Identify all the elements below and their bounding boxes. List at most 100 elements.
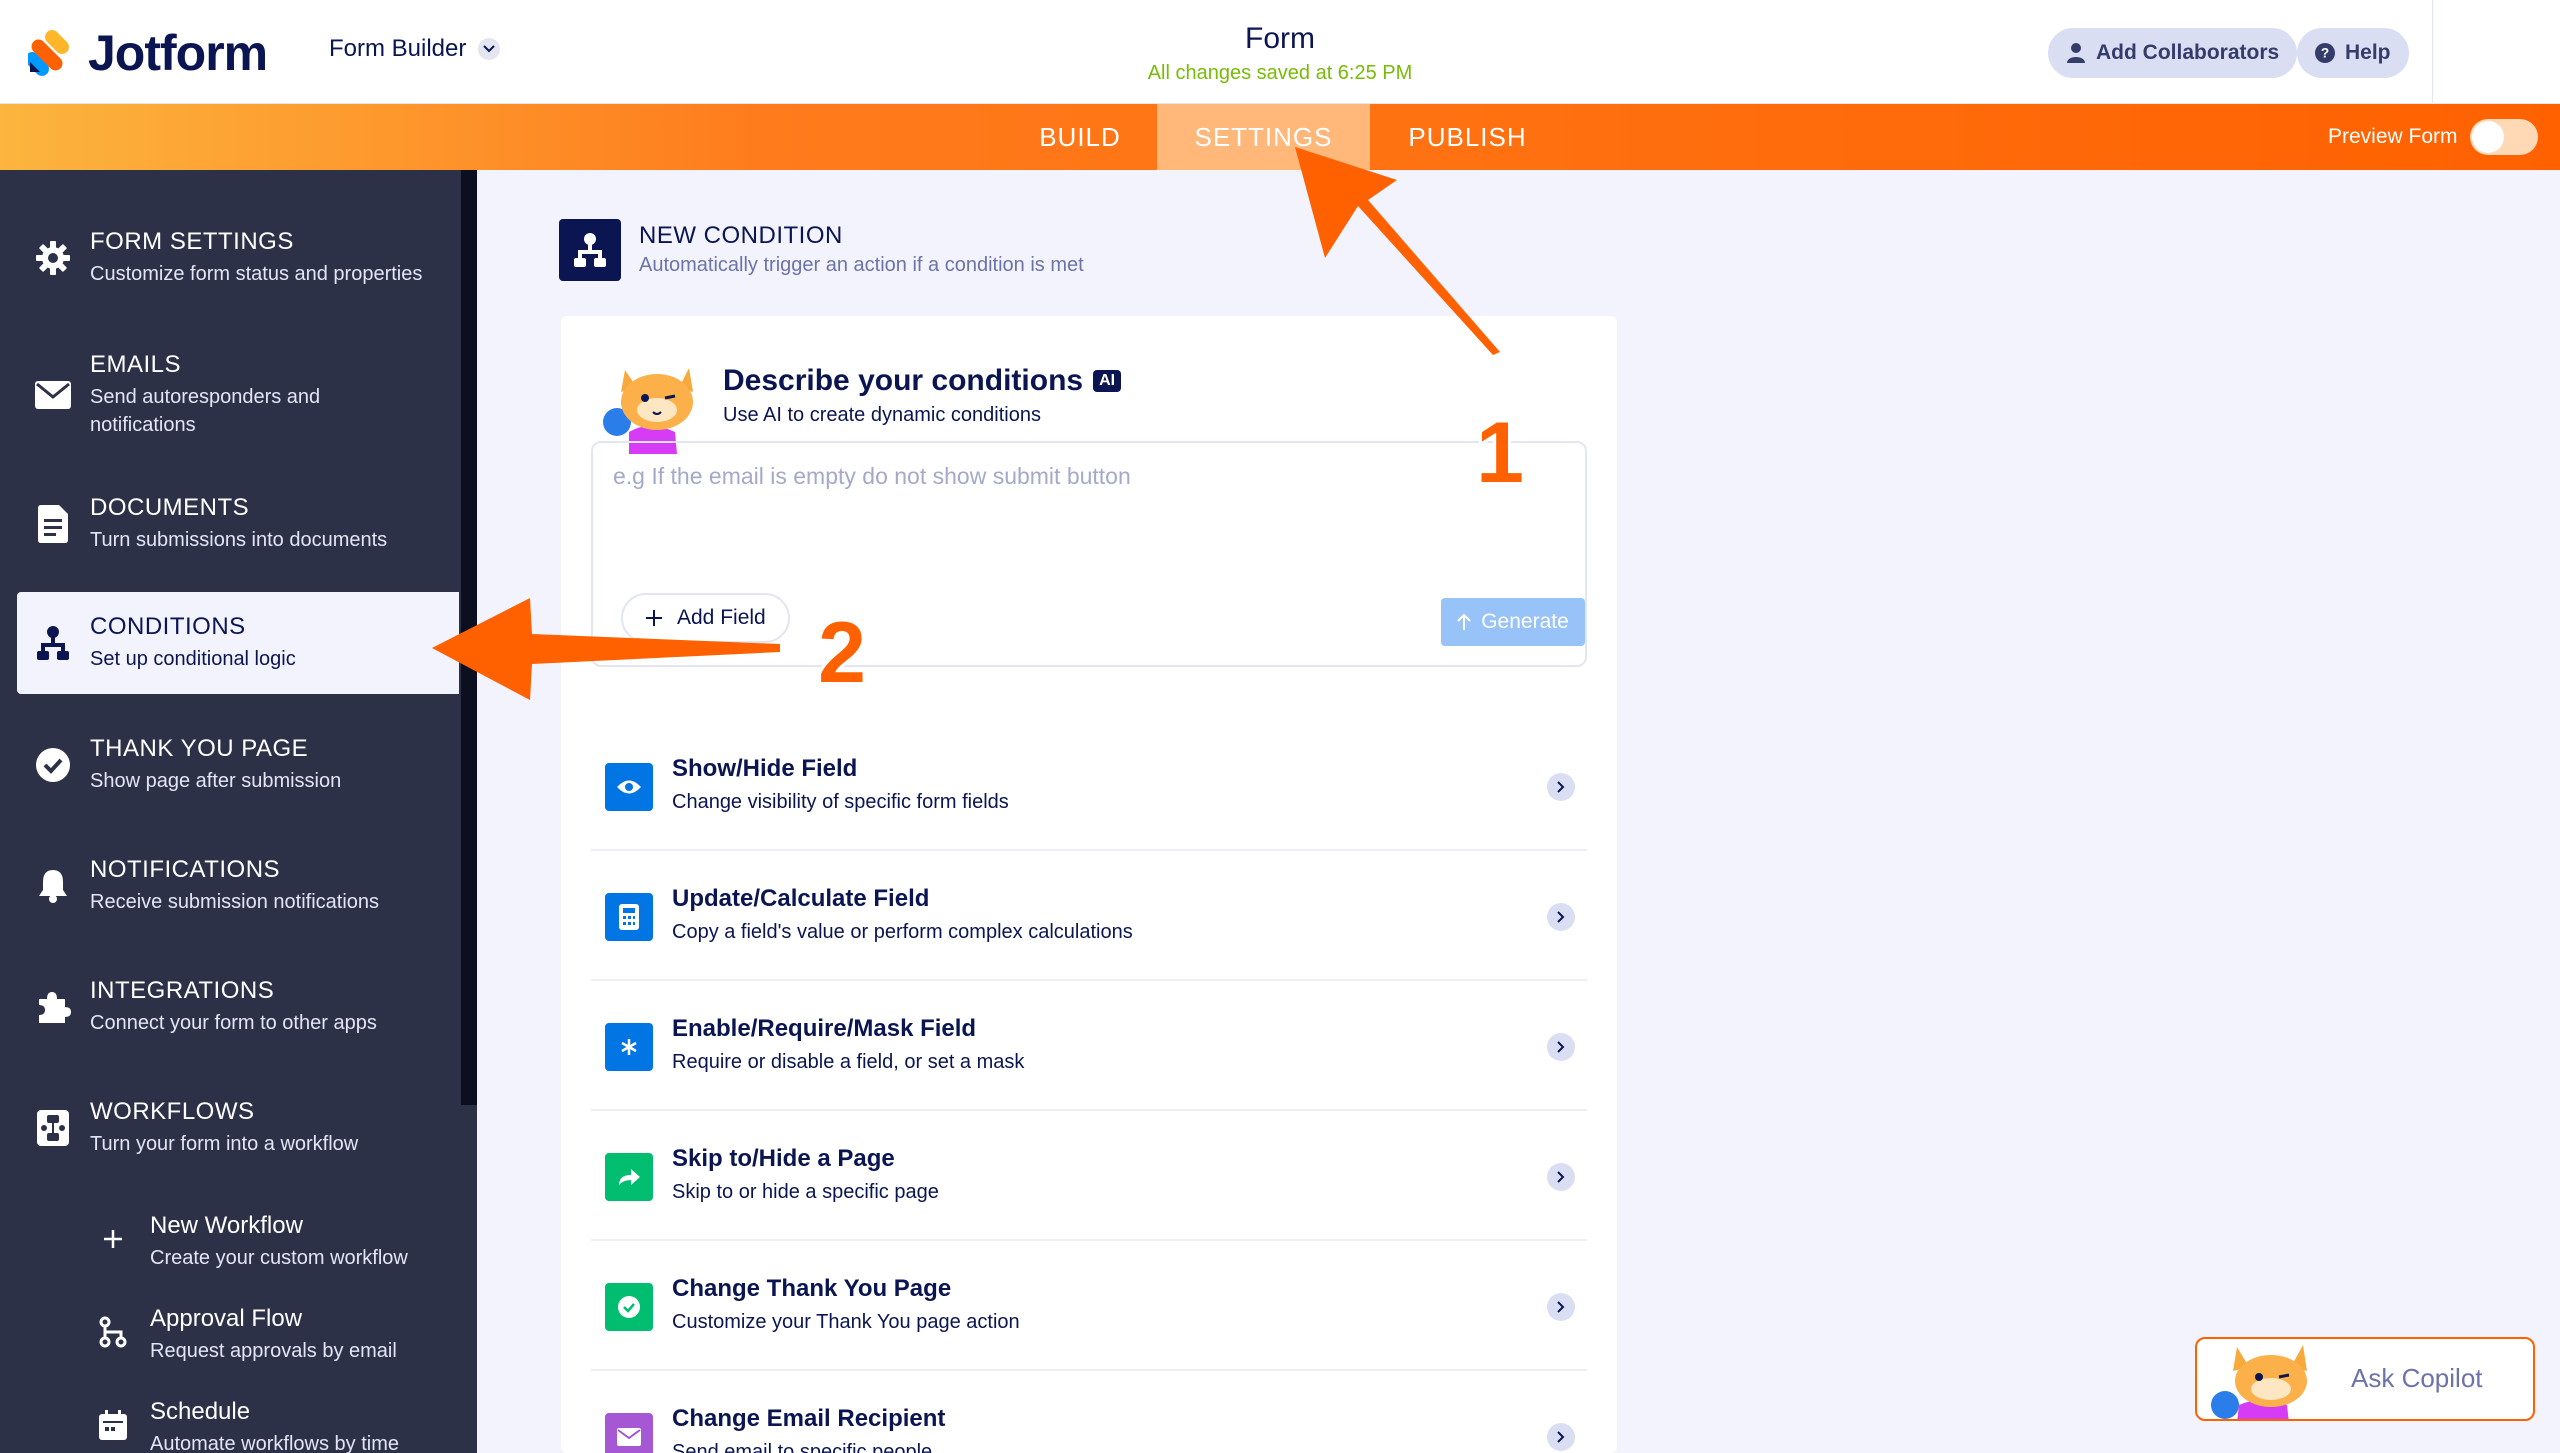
chevron-right-icon — [1547, 773, 1575, 801]
jotform-logo[interactable]: Jotform — [28, 24, 268, 82]
add-collaborators-button[interactable]: Add Collaborators — [2048, 28, 2298, 78]
conditions-icon — [34, 624, 72, 662]
sidebar-item-title: CONDITIONS — [90, 613, 246, 640]
ai-badge: AI — [1093, 370, 1122, 392]
generate-label: Generate — [1481, 610, 1569, 633]
workflow-icon — [34, 1109, 72, 1147]
main-nav: BUILD SETTINGS PUBLISH Preview Form — [0, 104, 2560, 170]
ai-subtitle: Use AI to create dynamic conditions — [723, 404, 1041, 426]
chevron-down-icon — [478, 38, 501, 60]
ask-copilot-button[interactable]: Ask Copilot — [2195, 1337, 2535, 1421]
sidebar-item-desc: Turn submissions into documents — [90, 529, 388, 551]
conditions-panel: Describe your conditions AI Use AI to cr… — [561, 316, 1617, 1453]
form-builder-label: Form Builder — [329, 35, 467, 62]
action-update-calculate-field[interactable]: Update/Calculate Field Copy a field's va… — [591, 851, 1587, 981]
ai-prompt-input[interactable] — [613, 463, 1553, 563]
document-icon — [34, 505, 72, 543]
user-icon — [2066, 43, 2086, 63]
sidebar-item-desc: Show page after submission — [90, 770, 342, 792]
action-show-hide-field[interactable]: Show/Hide Field Change visibility of spe… — [591, 721, 1587, 851]
action-change-email-recipient[interactable]: Change Email Recipient Send email to spe… — [591, 1371, 1587, 1453]
action-enable-require-mask-field[interactable]: Enable/Require/Mask Field Require or dis… — [591, 981, 1587, 1111]
action-desc: Require or disable a field, or set a mas… — [672, 1051, 1025, 1073]
settings-sidebar: FORM SETTINGS Customize form status and … — [0, 170, 477, 1453]
tab-publish[interactable]: PUBLISH — [1370, 104, 1565, 170]
action-title: Change Thank You Page — [672, 1275, 952, 1302]
sidebar-item-desc: Receive submission notifications — [90, 891, 380, 913]
question-icon: ? — [2315, 43, 2335, 63]
form-builder-dropdown[interactable]: Form Builder — [329, 35, 501, 63]
sidebar-subitem-schedule[interactable]: Schedule Automate workflows by time — [0, 1384, 459, 1453]
sidebar-item-emails[interactable]: EMAILS Send autoresponders and notificat… — [0, 335, 459, 455]
sidebar-item-desc: Set up conditional logic — [90, 648, 296, 670]
check-circle-icon — [34, 746, 72, 784]
envelope-icon — [34, 376, 72, 414]
gear-icon — [34, 239, 72, 277]
svg-text:?: ? — [2321, 46, 2329, 61]
sidebar-subitem-new-workflow[interactable]: New Workflow Create your custom workflow — [0, 1198, 459, 1288]
sidebar-subitem-desc: Automate workflows by time — [150, 1433, 399, 1453]
sidebar-item-desc: Send autoresponders and notifications — [90, 386, 321, 436]
brand-name: Jotform — [88, 25, 268, 81]
action-title: Change Email Recipient — [672, 1405, 946, 1432]
sidebar-item-integrations[interactable]: INTEGRATIONS Connect your form to other … — [0, 956, 459, 1058]
tab-build[interactable]: BUILD — [1010, 104, 1150, 170]
preview-form-toggle[interactable] — [2469, 119, 2538, 155]
generate-button[interactable]: Generate — [1441, 598, 1585, 646]
action-change-thank-you-page[interactable]: Change Thank You Page Customize your Tha… — [591, 1241, 1587, 1371]
action-title: Enable/Require/Mask Field — [672, 1015, 977, 1042]
chevron-right-icon — [1547, 1423, 1575, 1451]
sidebar-item-conditions[interactable]: CONDITIONS Set up conditional logic — [17, 592, 459, 694]
action-desc: Copy a field's value or perform complex … — [672, 921, 1133, 943]
add-field-button[interactable]: Add Field — [621, 593, 790, 643]
top-bar: Jotform Form Builder Form All changes sa… — [0, 0, 2560, 104]
bell-icon — [34, 867, 72, 905]
tab-settings[interactable]: SETTINGS — [1157, 104, 1370, 170]
save-status: All changes saved at 6:25 PM — [1147, 62, 1413, 84]
action-title: Skip to/Hide a Page — [672, 1145, 895, 1172]
ai-prompt-box: Add Field Generate — [591, 441, 1587, 667]
new-condition-icon — [559, 219, 621, 281]
envelope-icon — [605, 1413, 653, 1453]
page-title: NEW CONDITION — [639, 222, 843, 249]
ai-cat-avatar-icon — [603, 368, 693, 454]
sidebar-item-thank-you-page[interactable]: THANK YOU PAGE Show page after submissio… — [0, 714, 459, 816]
sidebar-item-notifications[interactable]: NOTIFICATIONS Receive submission notific… — [0, 835, 459, 937]
sidebar-item-documents[interactable]: DOCUMENTS Turn submissions into document… — [0, 473, 459, 575]
action-desc: Customize your Thank You page action — [672, 1311, 1020, 1333]
copilot-cat-avatar-icon — [2211, 1345, 2307, 1419]
help-label: Help — [2345, 41, 2391, 64]
sidebar-item-desc: Turn your form into a workflow — [90, 1133, 359, 1155]
sidebar-scrollbar[interactable] — [461, 170, 477, 1105]
add-collaborators-label: Add Collaborators — [2096, 41, 2280, 64]
help-button[interactable]: ? Help — [2297, 28, 2409, 78]
calculator-icon — [605, 893, 653, 941]
approval-flow-icon — [96, 1315, 130, 1349]
action-desc: Send email to specific people — [672, 1441, 933, 1453]
sidebar-subitem-title: New Workflow — [150, 1212, 303, 1239]
sidebar-item-title: THANK YOU PAGE — [90, 735, 309, 762]
sidebar-item-title: FORM SETTINGS — [90, 228, 294, 255]
plus-icon — [96, 1222, 130, 1256]
sidebar-item-desc: Connect your form to other apps — [90, 1012, 377, 1034]
form-title[interactable]: Form — [1080, 22, 1480, 56]
sidebar-item-workflows[interactable]: WORKFLOWS Turn your form into a workflow — [0, 1077, 459, 1179]
puzzle-icon — [34, 988, 72, 1026]
form-title-area: Form All changes saved at 6:25 PM — [1080, 22, 1480, 85]
sidebar-subitem-approval-flow[interactable]: Approval Flow Request approvals by email — [0, 1291, 459, 1381]
preview-form: Preview Form — [2328, 104, 2538, 170]
sidebar-subitem-title: Schedule — [150, 1398, 251, 1425]
app-window: Jotform Form Builder Form All changes sa… — [0, 0, 2560, 1453]
asterisk-icon — [605, 1023, 653, 1071]
sidebar-item-form-settings[interactable]: FORM SETTINGS Customize form status and … — [0, 207, 459, 309]
action-skip-hide-page[interactable]: Skip to/Hide a Page Skip to or hide a sp… — [591, 1111, 1587, 1241]
preview-form-label: Preview Form — [2328, 125, 2458, 148]
jotform-logo-mark-icon — [28, 30, 69, 76]
chevron-right-icon — [1547, 1033, 1575, 1061]
sidebar-subitem-desc: Create your custom workflow — [150, 1247, 408, 1269]
action-title: Update/Calculate Field — [672, 885, 930, 912]
eye-icon — [605, 763, 653, 811]
sidebar-item-title: NOTIFICATIONS — [90, 856, 281, 883]
toggle-knob — [2471, 121, 2504, 153]
plus-icon — [646, 610, 662, 626]
